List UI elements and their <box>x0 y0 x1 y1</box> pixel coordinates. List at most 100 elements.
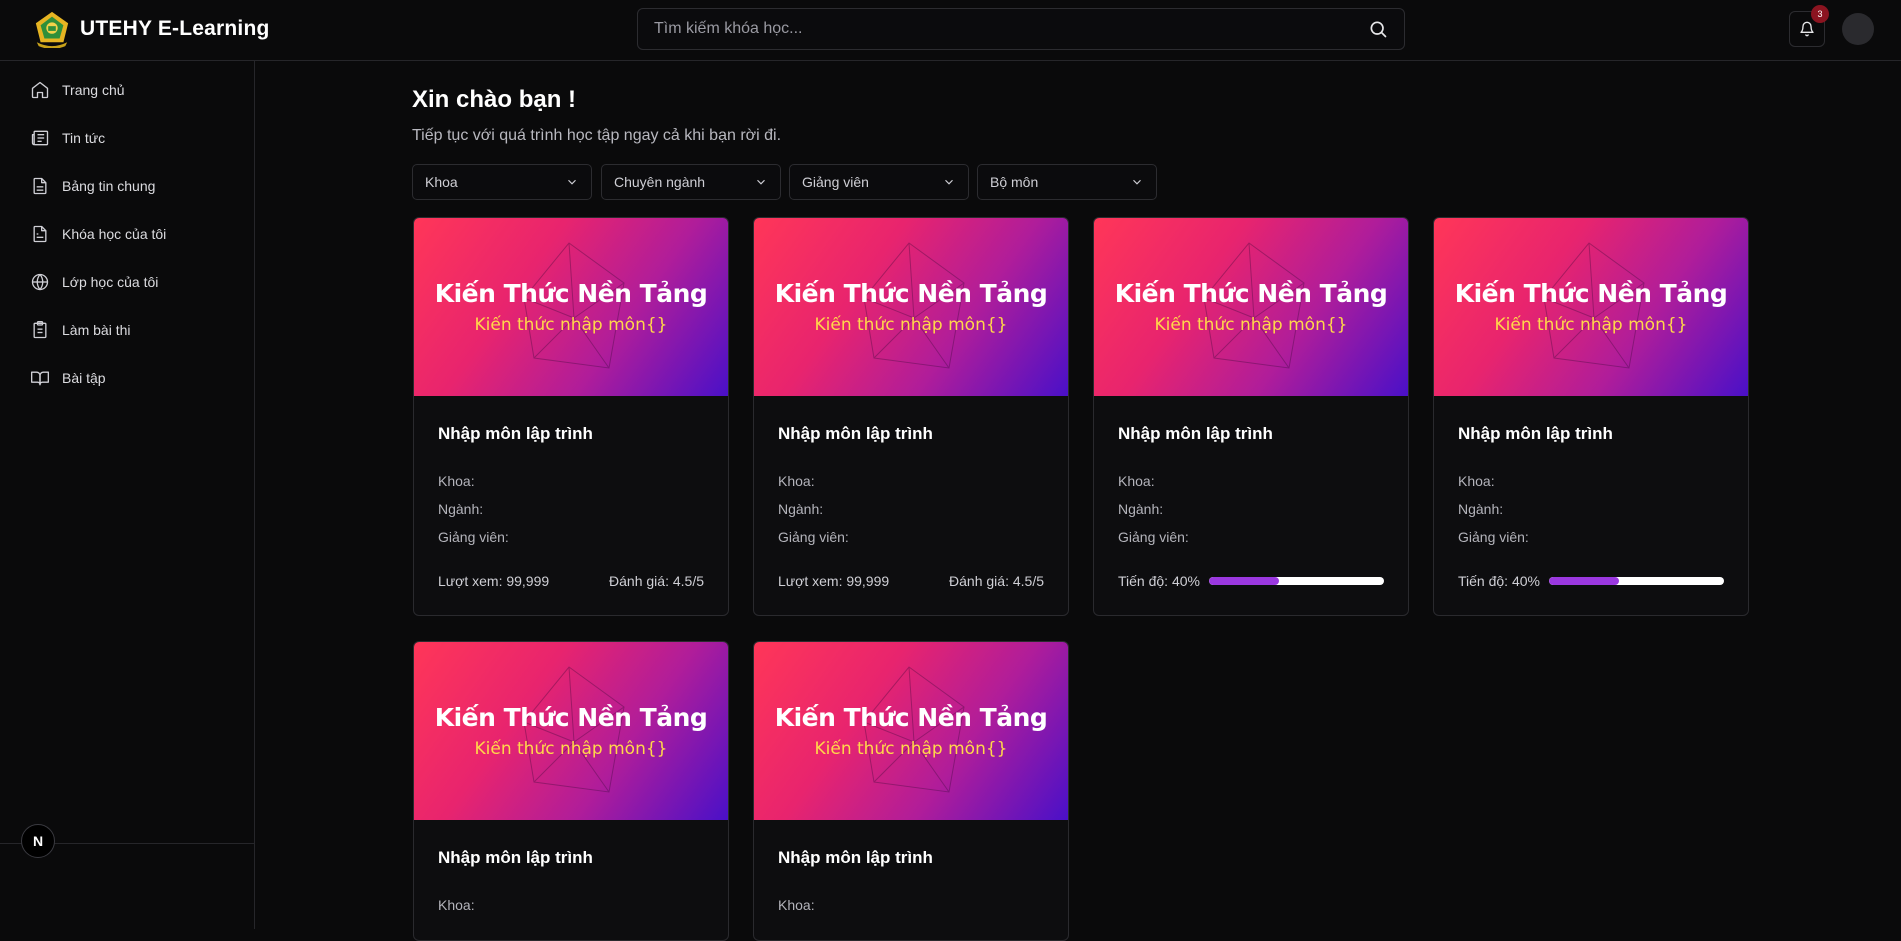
course-footer: Tiến độ: 40% <box>1458 573 1724 589</box>
top-header: UTEHY E-Learning 3 <box>0 0 1901 61</box>
banner-title: Kiến Thức Nền Tảng <box>774 279 1048 308</box>
sidebar: Trang chủ Tin tức Bảng tin chung Khóa họ… <box>0 61 255 929</box>
filter-label: Giảng viên <box>802 174 869 190</box>
polyhedron-graphic <box>1543 242 1645 369</box>
banner-title: Kiến Thức Nền Tảng <box>434 703 708 732</box>
progress-bar <box>1208 577 1384 585</box>
polyhedron-graphic <box>863 242 965 369</box>
globe-icon <box>31 273 49 291</box>
course-nganh: Ngành: <box>438 501 484 517</box>
sidebar-item-home[interactable]: Trang chủ <box>30 75 125 105</box>
course-card[interactable]: Kiến Thức Nền Tảng Kiến thức nhập môn{} … <box>413 217 729 616</box>
sidebar-item-label: Lớp học của tôi <box>62 274 159 290</box>
polyhedron-graphic <box>863 666 965 793</box>
filter-chuyen-nganh[interactable]: Chuyên ngành <box>601 164 781 200</box>
search-icon[interactable] <box>1368 19 1388 39</box>
course-rating: Đánh giá: 4.5/5 <box>609 573 704 589</box>
filter-bo-mon[interactable]: Bộ môn <box>977 164 1157 200</box>
filter-label: Chuyên ngành <box>614 174 706 190</box>
sidebar-item-label: Bài tập <box>62 370 106 386</box>
banner-subtitle: Kiến thức nhập môn{} <box>814 739 1008 759</box>
banner-title: Kiến Thức Nền Tảng <box>1114 279 1388 308</box>
banner-subtitle: Kiến thức nhập môn{} <box>1494 315 1688 335</box>
banner-subtitle: Kiến thức nhập môn{} <box>814 315 1008 335</box>
filter-khoa[interactable]: Khoa <box>412 164 592 200</box>
course-card[interactable]: Kiến Thức Nền Tảng Kiến thức nhập môn{} … <box>753 641 1069 941</box>
document-icon <box>33 177 47 195</box>
sidebar-item-bulletin[interactable]: Bảng tin chung <box>30 171 155 201</box>
search-input[interactable] <box>654 20 1368 38</box>
course-title[interactable]: Nhập môn lập trình <box>1118 424 1273 444</box>
course-footer: Lượt xem: 99,999 Đánh giá: 4.5/5 <box>778 573 1044 589</box>
course-banner: Kiến Thức Nền Tảng Kiến thức nhập môn{} <box>414 642 728 820</box>
progress-label: Tiến độ: 40% <box>1458 573 1540 589</box>
course-giang-vien: Giảng viên: <box>1118 529 1189 545</box>
course-banner: Kiến Thức Nền Tảng Kiến thức nhập môn{} <box>1094 218 1408 396</box>
sidebar-item-label: Trang chủ <box>62 82 125 98</box>
course-giang-vien: Giảng viên: <box>1458 529 1529 545</box>
progress-row: Tiến độ: 40% <box>1118 573 1384 589</box>
sidebar-item-assignments[interactable]: Bài tập <box>30 363 106 393</box>
course-card[interactable]: Kiến Thức Nền Tảng Kiến thức nhập môn{} … <box>1433 217 1749 616</box>
course-views: Lượt xem: 99,999 <box>438 573 550 589</box>
banner-title: Kiến Thức Nền Tảng <box>434 279 708 308</box>
brand[interactable]: UTEHY E-Learning <box>33 10 270 48</box>
course-title[interactable]: Nhập môn lập trình <box>1458 424 1613 444</box>
banner-subtitle: Kiến thức nhập môn{} <box>1154 315 1348 335</box>
course-card[interactable]: Kiến Thức Nền Tảng Kiến thức nhập môn{} … <box>1093 217 1409 616</box>
chevron-down-icon <box>945 179 953 185</box>
progress-fill <box>1548 577 1619 585</box>
brand-name: UTEHY E-Learning <box>80 17 270 40</box>
book-icon <box>31 371 49 386</box>
course-card[interactable]: Kiến Thức Nền Tảng Kiến thức nhập môn{} … <box>753 217 1069 616</box>
next-logo-badge[interactable]: N <box>21 824 55 858</box>
course-khoa: Khoa: <box>1118 473 1155 489</box>
course-title[interactable]: Nhập môn lập trình <box>438 424 593 444</box>
course-footer: Tiến độ: 40% <box>1118 573 1384 589</box>
course-title[interactable]: Nhập môn lập trình <box>438 848 593 868</box>
course-title[interactable]: Nhập môn lập trình <box>778 848 933 868</box>
sidebar-item-label: Làm bài thi <box>62 322 131 338</box>
filter-label: Khoa <box>425 174 458 190</box>
utehy-logo-icon <box>35 11 69 48</box>
newspaper-icon <box>31 130 49 146</box>
progress-row: Tiến độ: 40% <box>1458 573 1724 589</box>
course-nganh: Ngành: <box>1458 501 1504 517</box>
file-text-icon <box>33 225 47 243</box>
sidebar-item-news[interactable]: Tin tức <box>30 123 105 153</box>
polyhedron-graphic <box>523 666 625 793</box>
sidebar-item-my-courses[interactable]: Khóa học của tôi <box>30 219 166 249</box>
course-title[interactable]: Nhập môn lập trình <box>778 424 933 444</box>
clipboard-icon <box>33 321 47 339</box>
sidebar-item-exams[interactable]: Làm bài thi <box>30 315 130 345</box>
course-nganh: Ngành: <box>778 501 824 517</box>
sidebar-item-my-classes[interactable]: Lớp học của tôi <box>30 267 158 297</box>
course-khoa: Khoa: <box>778 473 815 489</box>
course-banner: Kiến Thức Nền Tảng Kiến thức nhập môn{} <box>1434 218 1748 396</box>
sidebar-item-label: Tin tức <box>62 130 106 146</box>
filter-label: Bộ môn <box>990 174 1039 190</box>
polyhedron-graphic <box>1203 242 1305 369</box>
chevron-down-icon <box>1133 179 1141 185</box>
notification-count-badge: 3 <box>1811 5 1829 23</box>
filter-giang-vien[interactable]: Giảng viên <box>789 164 969 200</box>
chevron-down-icon <box>757 179 765 185</box>
course-banner: Kiến Thức Nền Tảng Kiến thức nhập môn{} <box>754 642 1068 820</box>
sidebar-item-label: Khóa học của tôi <box>62 226 167 242</box>
page-subtitle: Tiếp tục với quá trình học tập ngay cả k… <box>412 127 782 144</box>
user-avatar[interactable] <box>1842 13 1874 45</box>
course-giang-vien: Giảng viên: <box>438 529 509 545</box>
search-bar[interactable] <box>637 8 1405 50</box>
course-khoa: Khoa: <box>438 897 475 913</box>
banner-title: Kiến Thức Nền Tảng <box>774 703 1048 732</box>
course-footer: Lượt xem: 99,999 Đánh giá: 4.5/5 <box>438 573 704 589</box>
course-khoa: Khoa: <box>778 897 815 913</box>
course-khoa: Khoa: <box>1458 473 1495 489</box>
course-banner: Kiến Thức Nền Tảng Kiến thức nhập môn{} <box>414 218 728 396</box>
course-khoa: Khoa: <box>438 473 475 489</box>
course-card[interactable]: Kiến Thức Nền Tảng Kiến thức nhập môn{} … <box>413 641 729 941</box>
banner-title: Kiến Thức Nền Tảng <box>1454 279 1728 308</box>
sidebar-item-label: Bảng tin chung <box>62 178 156 194</box>
course-banner: Kiến Thức Nền Tảng Kiến thức nhập môn{} <box>754 218 1068 396</box>
page-title: Xin chào bạn ! <box>412 86 577 113</box>
